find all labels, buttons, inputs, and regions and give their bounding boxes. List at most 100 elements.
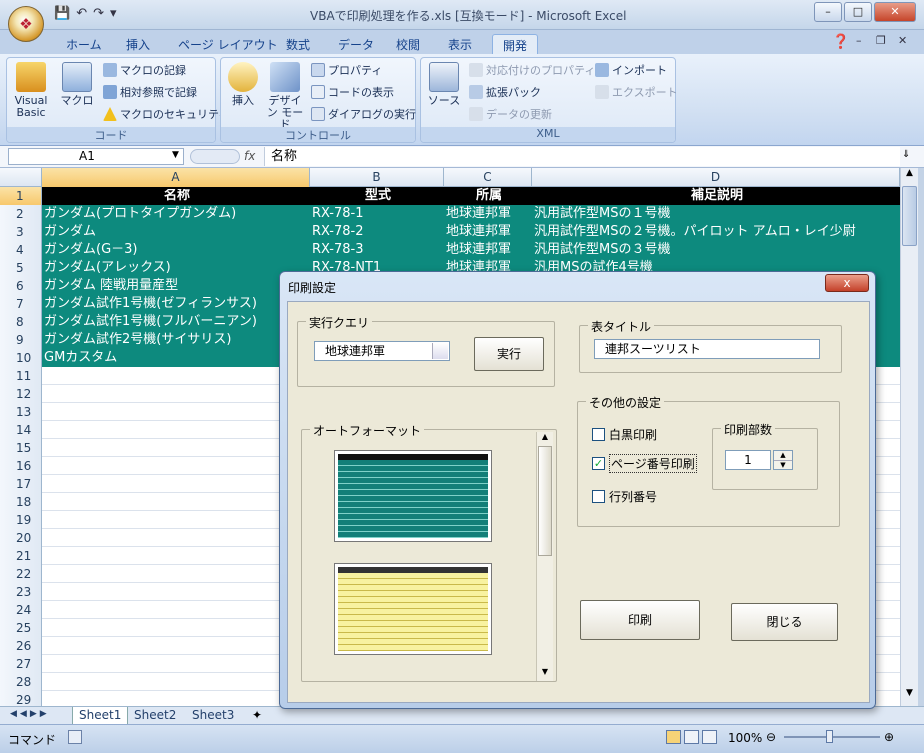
row-header[interactable]: 14 bbox=[0, 421, 42, 439]
cell[interactable] bbox=[42, 511, 310, 529]
column-header-a[interactable]: A bbox=[42, 168, 310, 187]
row-header[interactable]: 20 bbox=[0, 529, 42, 547]
cell[interactable]: ガンダム bbox=[42, 223, 310, 241]
row-header[interactable]: 12 bbox=[0, 385, 42, 403]
minimize-button[interactable]: – bbox=[814, 2, 842, 22]
customize-qat-icon[interactable]: ▾ bbox=[110, 6, 117, 21]
bw-print-checkbox[interactable]: 白黒印刷 bbox=[592, 426, 657, 443]
name-box-dropdown-icon[interactable]: ▼ bbox=[172, 150, 179, 160]
export-button[interactable]: エクスポート bbox=[595, 84, 678, 100]
view-code-button[interactable]: コードの表示 bbox=[311, 84, 394, 100]
tab-formulas[interactable]: 数式 bbox=[276, 34, 320, 54]
cell[interactable] bbox=[42, 367, 310, 385]
row-header[interactable]: 3 bbox=[0, 223, 42, 241]
relative-reference-button[interactable]: 相対参照で記録 bbox=[103, 84, 197, 100]
record-macro-button[interactable]: マクロの記録 bbox=[103, 62, 186, 78]
autoformat-thumb-teal[interactable] bbox=[334, 450, 492, 542]
row-header[interactable]: 23 bbox=[0, 583, 42, 601]
row-header[interactable]: 25 bbox=[0, 619, 42, 637]
row-header[interactable]: 29 bbox=[0, 691, 42, 706]
cell[interactable] bbox=[42, 439, 310, 457]
cell[interactable]: 汎用試作型MSの３号機 bbox=[532, 241, 900, 259]
cell[interactable]: 所属 bbox=[444, 187, 532, 205]
expansion-packs-button[interactable]: 拡張パック bbox=[469, 84, 541, 100]
cell[interactable] bbox=[42, 385, 310, 403]
row-header[interactable]: 16 bbox=[0, 457, 42, 475]
import-button[interactable]: インポート bbox=[595, 62, 667, 78]
cell[interactable] bbox=[42, 619, 310, 637]
cell[interactable]: 地球連邦軍 bbox=[444, 205, 532, 223]
query-combo[interactable]: 地球連邦軍 bbox=[314, 341, 450, 361]
insert-function-icon[interactable]: fx bbox=[244, 149, 255, 163]
xml-source-button[interactable]: ソース bbox=[425, 62, 463, 107]
scroll-up-icon[interactable]: ▲ bbox=[901, 168, 918, 184]
workbook-close-icon[interactable]: ✕ bbox=[898, 34, 907, 47]
row-header[interactable]: 10 bbox=[0, 349, 42, 367]
run-button[interactable]: 実行 bbox=[474, 337, 544, 371]
sheet-tab-sheet3[interactable]: Sheet3 bbox=[186, 707, 240, 725]
sheet-nav-arrows-icon[interactable]: ◀◀▶▶ bbox=[10, 709, 50, 719]
row-header[interactable]: 21 bbox=[0, 547, 42, 565]
select-all-corner[interactable] bbox=[0, 168, 42, 187]
row-header[interactable]: 18 bbox=[0, 493, 42, 511]
tab-review[interactable]: 校閲 bbox=[386, 34, 430, 54]
formula-bar-expand-icon[interactable]: ⇓ bbox=[902, 149, 910, 160]
row-header[interactable]: 17 bbox=[0, 475, 42, 493]
macro-record-icon[interactable] bbox=[68, 730, 82, 744]
tab-developer[interactable]: 開発 bbox=[492, 34, 539, 54]
macro-button[interactable]: マクロ bbox=[59, 62, 95, 107]
row-header[interactable]: 6 bbox=[0, 277, 42, 295]
cell[interactable] bbox=[42, 601, 310, 619]
table-title-input[interactable]: 連邦スーツリスト bbox=[594, 339, 820, 359]
cell[interactable] bbox=[42, 565, 310, 583]
row-header[interactable]: 15 bbox=[0, 439, 42, 457]
redo-icon[interactable]: ↷ bbox=[93, 6, 104, 21]
cell[interactable]: 地球連邦軍 bbox=[444, 223, 532, 241]
insert-control-button[interactable]: 挿入 bbox=[225, 62, 261, 107]
formula-expand-handle[interactable] bbox=[190, 149, 240, 164]
cell[interactable]: 型式 bbox=[310, 187, 444, 205]
column-header-b[interactable]: B bbox=[310, 168, 444, 187]
refresh-data-button[interactable]: データの更新 bbox=[469, 106, 552, 122]
row-header[interactable]: 28 bbox=[0, 673, 42, 691]
page-number-checkbox[interactable]: ✓ ページ番号印刷 bbox=[592, 454, 697, 473]
sheet-tab-sheet1[interactable]: Sheet1 bbox=[72, 707, 129, 725]
autoformat-thumb-yellow[interactable] bbox=[334, 563, 492, 655]
cell[interactable] bbox=[42, 493, 310, 511]
row-col-number-checkbox[interactable]: 行列番号 bbox=[592, 488, 657, 505]
cell[interactable]: ガンダム試作2号機(サイサリス) bbox=[42, 331, 310, 349]
office-button[interactable]: ❖ bbox=[8, 6, 44, 42]
tab-page-layout[interactable]: ページ レイアウト bbox=[168, 34, 288, 54]
undo-icon[interactable]: ↶ bbox=[76, 6, 87, 21]
cell[interactable]: 補足説明 bbox=[532, 187, 900, 205]
zoom-in-icon[interactable]: ⊕ bbox=[884, 730, 894, 744]
autoformat-scroll-down-icon[interactable]: ▼ bbox=[537, 667, 553, 681]
cell[interactable]: GMカスタム bbox=[42, 349, 310, 367]
column-header-c[interactable]: C bbox=[444, 168, 532, 187]
insert-sheet-icon[interactable]: ✦ bbox=[252, 708, 262, 722]
cell[interactable]: RX-78-2 bbox=[310, 223, 444, 241]
save-icon[interactable]: 💾 bbox=[54, 6, 70, 21]
cell[interactable]: ガンダム 陸戦用量産型 bbox=[42, 277, 310, 295]
scroll-down-icon[interactable]: ▼ bbox=[901, 688, 918, 704]
workbook-minimize-icon[interactable]: – bbox=[856, 34, 862, 47]
cell[interactable] bbox=[42, 637, 310, 655]
autoformat-scrollbar[interactable]: ▲ ▼ bbox=[536, 432, 553, 681]
dialog-close-button[interactable]: x bbox=[825, 274, 869, 292]
spin-up-icon[interactable]: ▲ bbox=[774, 451, 792, 460]
workbook-restore-icon[interactable]: ❐ bbox=[876, 34, 886, 47]
cell[interactable] bbox=[42, 421, 310, 439]
cell[interactable]: ガンダム(プロトタイプガンダム) bbox=[42, 205, 310, 223]
row-header[interactable]: 8 bbox=[0, 313, 42, 331]
autoformat-scroll-up-icon[interactable]: ▲ bbox=[537, 432, 553, 446]
cell[interactable] bbox=[42, 547, 310, 565]
autoformat-scroll-thumb[interactable] bbox=[538, 446, 552, 556]
cell[interactable] bbox=[42, 529, 310, 547]
copies-input[interactable]: 1 bbox=[725, 450, 771, 470]
page-layout-view-icon[interactable] bbox=[684, 730, 699, 744]
column-header-d[interactable]: D bbox=[532, 168, 900, 187]
cell[interactable]: RX-78-3 bbox=[310, 241, 444, 259]
dialog-close-action-button[interactable]: 閉じる bbox=[731, 603, 838, 641]
cell[interactable]: ガンダム試作1号機(フルバーニアン) bbox=[42, 313, 310, 331]
cell[interactable] bbox=[42, 655, 310, 673]
